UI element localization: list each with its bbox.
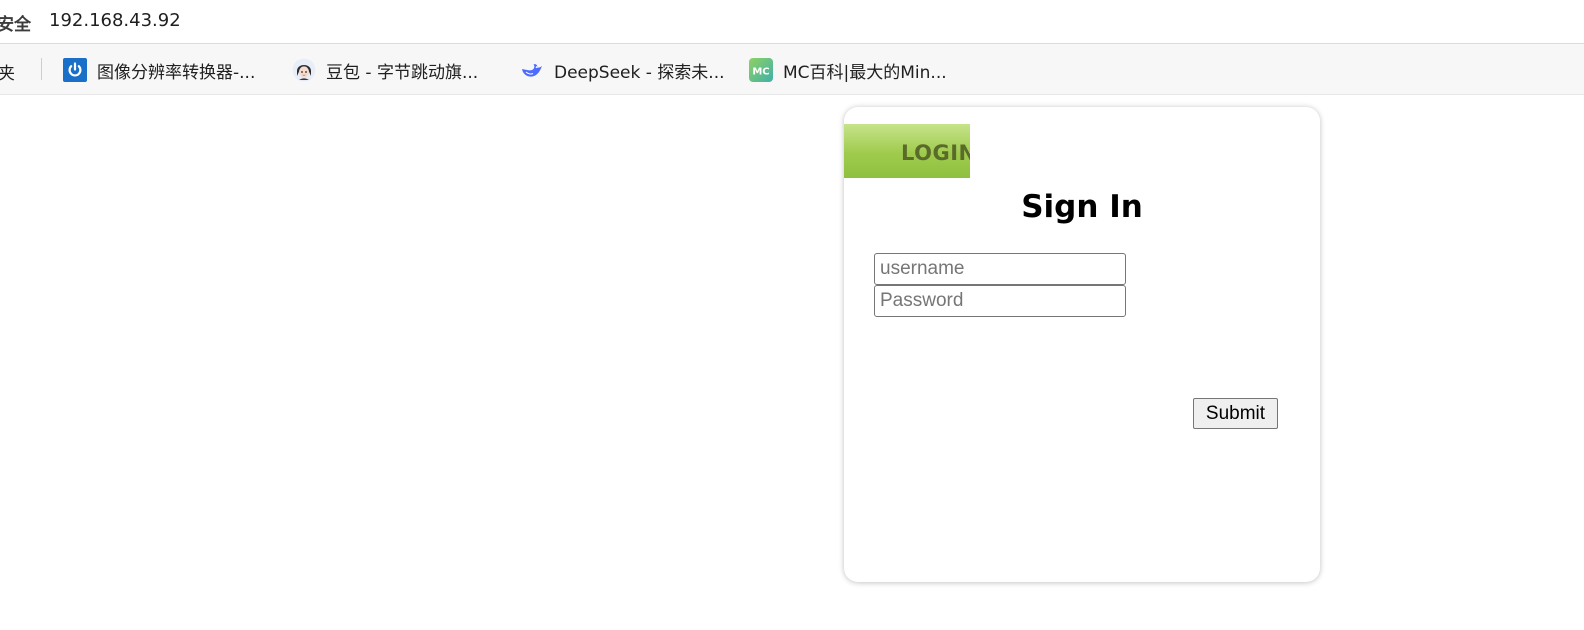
- username-input[interactable]: [874, 253, 1126, 285]
- bookmark-label: MC百科|最大的Min...: [783, 62, 947, 83]
- mc-logo-text: MC: [752, 67, 769, 78]
- login-tab-label: LOGIN: [901, 141, 970, 165]
- address-bar: 安全 192.168.43.92: [0, 0, 1584, 44]
- bookmark-image-resolution[interactable]: 图像分辨率转换器-...: [63, 57, 255, 83]
- submit-button[interactable]: Submit: [1193, 398, 1278, 429]
- mc-logo-icon: MC: [749, 58, 773, 82]
- password-input[interactable]: [874, 285, 1126, 317]
- bookmark-deepseek[interactable]: DeepSeek - 探索未...: [520, 57, 725, 83]
- bookmark-label: 豆包 - 字节跳动旗...: [326, 62, 479, 83]
- sign-in-title: Sign In: [1021, 189, 1143, 225]
- bookmark-mcmod[interactable]: MC MC百科|最大的Min...: [749, 57, 947, 83]
- security-label[interactable]: 安全: [0, 10, 31, 35]
- deepseek-whale-icon: [520, 58, 544, 82]
- bookmark-folder[interactable]: 夹: [0, 59, 15, 84]
- login-tab[interactable]: LOGIN: [844, 124, 970, 178]
- login-card: LOGIN Sign In Submit: [844, 107, 1320, 582]
- url-text[interactable]: 192.168.43.92: [49, 10, 181, 31]
- bookmark-label: 图像分辨率转换器-...: [97, 62, 256, 83]
- power-icon: [63, 58, 87, 82]
- bookmark-doubao[interactable]: 豆包 - 字节跳动旗...: [292, 57, 478, 83]
- bookmark-label: DeepSeek - 探索未...: [554, 62, 725, 83]
- doubao-avatar-icon: [292, 58, 316, 82]
- bookmarks-bar: 夹 图像分辨率转换器-... 豆包 - 字节跳动旗... DeepSeek - …: [0, 44, 1584, 95]
- bookmarks-divider: [41, 58, 42, 80]
